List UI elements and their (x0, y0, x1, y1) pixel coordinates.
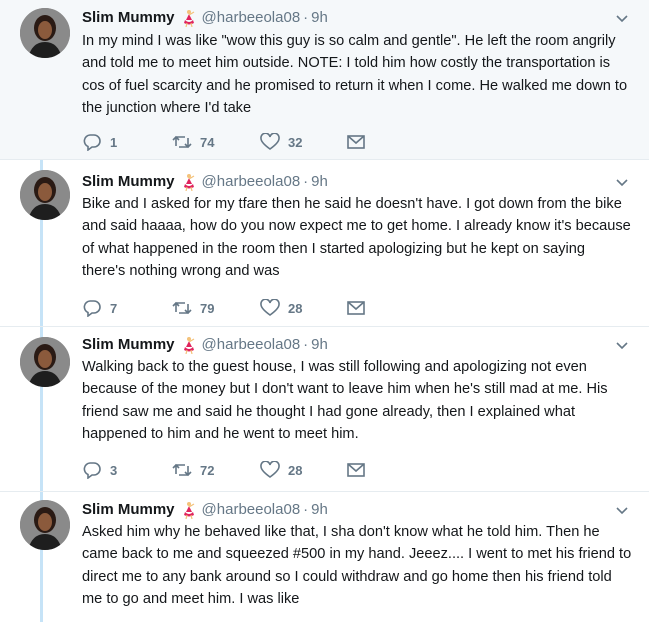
tweet-text: In my mind I was like "wow this guy is s… (82, 33, 628, 116)
heart-icon (260, 299, 280, 316)
tweet[interactable]: Slim Mummy @harbeeola08 · 9h In my mind … (0, 0, 649, 160)
reply-count: 1 (110, 134, 118, 150)
tweet[interactable]: Slim Mummy @harbeeola08 · 9h Asked him w… (0, 492, 649, 622)
author-name[interactable]: Slim Mummy (82, 500, 175, 520)
like-count: 28 (288, 300, 303, 316)
author-name[interactable]: Slim Mummy (82, 172, 175, 192)
retweet-icon (172, 135, 192, 149)
reply-button[interactable]: 3 (82, 461, 172, 479)
tweet-header: Slim Mummy @harbeeola08 · 9h (82, 172, 328, 192)
like-count: 32 (288, 134, 303, 150)
separator-dot: · (303, 9, 309, 26)
dancer-emoji-icon (183, 502, 194, 519)
retweet-button[interactable]: 79 (172, 299, 260, 317)
tweet-header: Slim Mummy @harbeeola08 · 9h (82, 335, 328, 355)
reply-icon (83, 300, 101, 317)
author-name[interactable]: Slim Mummy (82, 335, 175, 355)
like-button[interactable]: 28 (260, 461, 346, 479)
envelope-icon (347, 301, 365, 315)
reply-icon (83, 134, 101, 151)
retweet-icon (172, 301, 192, 315)
retweet-count: 74 (200, 134, 215, 150)
message-button[interactable] (346, 299, 374, 317)
like-button[interactable]: 28 (260, 299, 346, 317)
heart-icon (260, 461, 280, 478)
like-count: 28 (288, 462, 303, 478)
tweet-thread: Slim Mummy @harbeeola08 · 9h In my mind … (0, 0, 649, 622)
retweet-icon (172, 463, 192, 477)
tweet-text: Asked him why he behaved like that, I sh… (82, 524, 632, 607)
envelope-icon (347, 135, 365, 149)
author-handle[interactable]: @harbeeola08 (202, 172, 301, 192)
reply-count: 3 (110, 462, 118, 478)
author-handle[interactable]: @harbeeola08 (202, 500, 301, 520)
tweet-header: Slim Mummy @harbeeola08 · 9h (82, 8, 328, 28)
retweet-count: 79 (200, 300, 215, 316)
dancer-emoji-icon (183, 10, 194, 27)
avatar[interactable] (20, 8, 70, 58)
message-button[interactable] (346, 461, 374, 479)
tweet-header: Slim Mummy @harbeeola08 · 9h (82, 500, 328, 520)
reply-count: 7 (110, 300, 118, 316)
avatar[interactable] (20, 500, 70, 550)
chevron-down-icon[interactable] (615, 504, 629, 518)
author-handle[interactable]: @harbeeola08 (202, 8, 301, 28)
dancer-emoji-icon (183, 174, 194, 191)
avatar[interactable] (20, 170, 70, 220)
reply-button[interactable]: 7 (82, 299, 172, 317)
retweet-count: 72 (200, 462, 215, 478)
chevron-down-icon[interactable] (615, 12, 629, 26)
tweet-actions: 1 74 32 (82, 132, 374, 152)
tweet-text: Bike and I asked for my tfare then he sa… (82, 196, 631, 279)
chevron-down-icon[interactable] (615, 339, 629, 353)
timestamp[interactable]: 9h (311, 335, 328, 355)
separator-dot: · (303, 173, 309, 190)
message-button[interactable] (346, 133, 374, 151)
tweet[interactable]: Slim Mummy @harbeeola08 · 9h Bike and I … (0, 160, 649, 327)
tweet-actions: 7 79 28 (82, 298, 374, 318)
separator-dot: · (303, 501, 309, 518)
envelope-icon (347, 463, 365, 477)
timestamp[interactable]: 9h (311, 500, 328, 520)
heart-icon (260, 133, 280, 150)
like-button[interactable]: 32 (260, 133, 346, 151)
tweet-text: Walking back to the guest house, I was s… (82, 359, 608, 442)
separator-dot: · (303, 336, 309, 353)
timestamp[interactable]: 9h (311, 172, 328, 192)
retweet-button[interactable]: 72 (172, 461, 260, 479)
dancer-emoji-icon (183, 337, 194, 354)
tweet[interactable]: Slim Mummy @harbeeola08 · 9h Walking bac… (0, 327, 649, 492)
reply-button[interactable]: 1 (82, 133, 172, 151)
timestamp[interactable]: 9h (311, 8, 328, 28)
avatar[interactable] (20, 337, 70, 387)
author-name[interactable]: Slim Mummy (82, 8, 175, 28)
chevron-down-icon[interactable] (615, 176, 629, 190)
reply-icon (83, 462, 101, 479)
author-handle[interactable]: @harbeeola08 (202, 335, 301, 355)
tweet-actions: 3 72 28 (82, 460, 374, 480)
retweet-button[interactable]: 74 (172, 133, 260, 151)
